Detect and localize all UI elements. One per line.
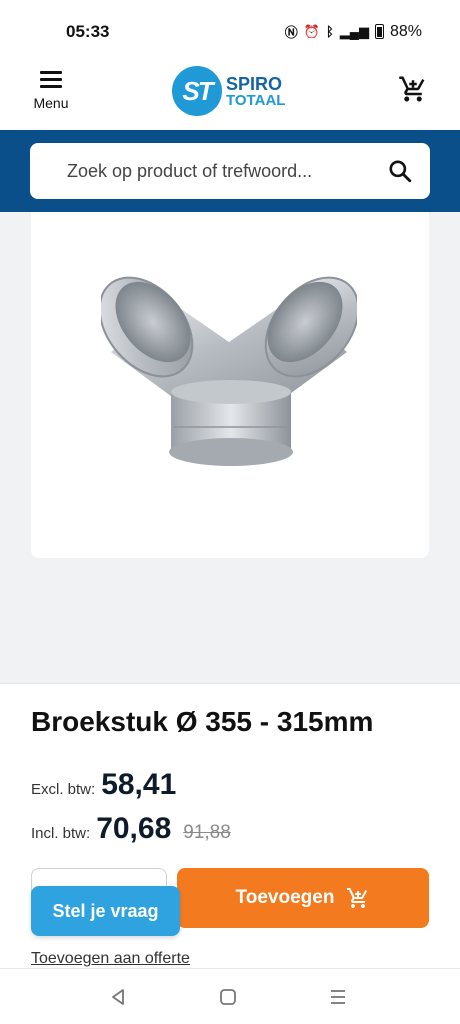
- price-incl-label: Incl. btw:: [31, 825, 91, 842]
- price-excl-vat: Excl. btw: 58,41: [31, 768, 176, 802]
- search-band: [0, 130, 460, 212]
- hamburger-icon: [40, 71, 62, 89]
- nfc-icon: Ⓝ: [284, 25, 298, 40]
- status-time: 05:33: [66, 22, 110, 41]
- logo-mark: ST: [172, 66, 222, 116]
- search-input[interactable]: [30, 160, 370, 182]
- add-to-cart-label: Toevoegen: [235, 887, 335, 908]
- bluetooth-icon: ᛒ: [325, 24, 334, 39]
- add-to-cart-button[interactable]: Toevoegen: [177, 868, 429, 928]
- cart-button[interactable]: [398, 74, 428, 104]
- back-icon[interactable]: [106, 985, 130, 1009]
- ask-question-button[interactable]: Stel je vraag: [31, 886, 180, 936]
- cart-icon: [399, 76, 425, 102]
- product-title: Broekstuk Ø 355 - 315mm: [31, 706, 374, 737]
- old-price: 91,88: [183, 822, 231, 843]
- product-image-card[interactable]: [31, 212, 429, 558]
- add-to-quote-link[interactable]: Toevoegen aan offerte: [31, 950, 190, 968]
- battery-icon: [374, 24, 384, 39]
- site-logo[interactable]: ST SPIRO TOTAAL: [172, 63, 290, 119]
- recents-icon[interactable]: [326, 985, 350, 1009]
- signal-5g-icon: ▂▄▆: [339, 23, 369, 39]
- menu-button[interactable]: Menu: [28, 68, 74, 116]
- product-image: [101, 276, 357, 466]
- price-incl-vat: Incl. btw: 70,68 91,88: [31, 812, 231, 846]
- app-header: Menu ST SPIRO TOTAAL: [0, 60, 460, 130]
- menu-label: Menu: [33, 95, 69, 111]
- price-incl-value: 70,68: [96, 812, 172, 845]
- price-excl-label: Excl. btw:: [31, 781, 96, 798]
- alarm-icon: ⏰: [303, 23, 320, 39]
- search-box: [30, 143, 430, 199]
- home-icon[interactable]: [216, 985, 240, 1009]
- battery-percentage: 88%: [389, 22, 422, 40]
- status-bar: 05:33 Ⓝ ⏰ ᛒ ▂▄▆ 88%: [0, 0, 460, 60]
- search-icon: [389, 160, 412, 183]
- logo-text-totaal: TOTAAL: [226, 91, 286, 109]
- product-gallery: [0, 212, 460, 684]
- cart-icon: [347, 888, 368, 908]
- logo-text-spiro: SPIRO: [226, 73, 283, 94]
- status-icons: Ⓝ ⏰ ᛒ ▂▄▆ 88%: [285, 22, 422, 41]
- price-excl-value: 58,41: [101, 768, 177, 801]
- system-nav-bar: [0, 968, 460, 1024]
- search-button[interactable]: [370, 143, 430, 199]
